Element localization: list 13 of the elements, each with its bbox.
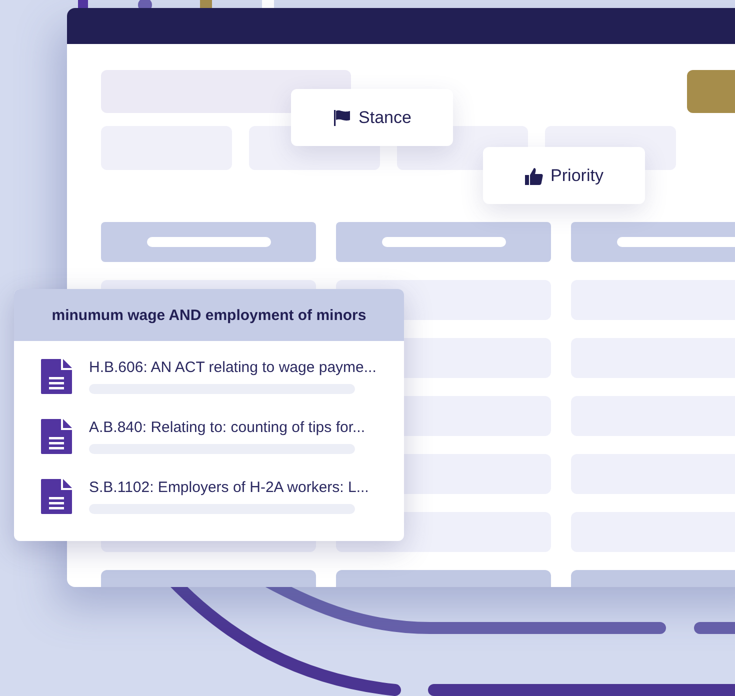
thumbs-up-icon	[524, 166, 543, 184]
result-title[interactable]: S.B.1102: Employers of H-2A workers: L...	[89, 479, 369, 496]
tag-chip[interactable]: Stance	[291, 89, 453, 146]
result-title[interactable]: A.B.840: Relating to: counting of tips for...	[89, 419, 365, 436]
flag-icon	[332, 110, 351, 126]
document-icon	[41, 419, 72, 454]
tag-label: Priority	[550, 166, 604, 186]
document-icon	[41, 479, 72, 514]
document-icon	[41, 359, 72, 394]
tag-chip[interactable]: Priority	[483, 147, 645, 204]
tag-label: Stance	[358, 108, 412, 128]
search-query: minumum wage AND employment of minors	[14, 289, 404, 341]
result-title[interactable]: H.B.606: AN ACT relating to wage payme...	[89, 359, 376, 376]
